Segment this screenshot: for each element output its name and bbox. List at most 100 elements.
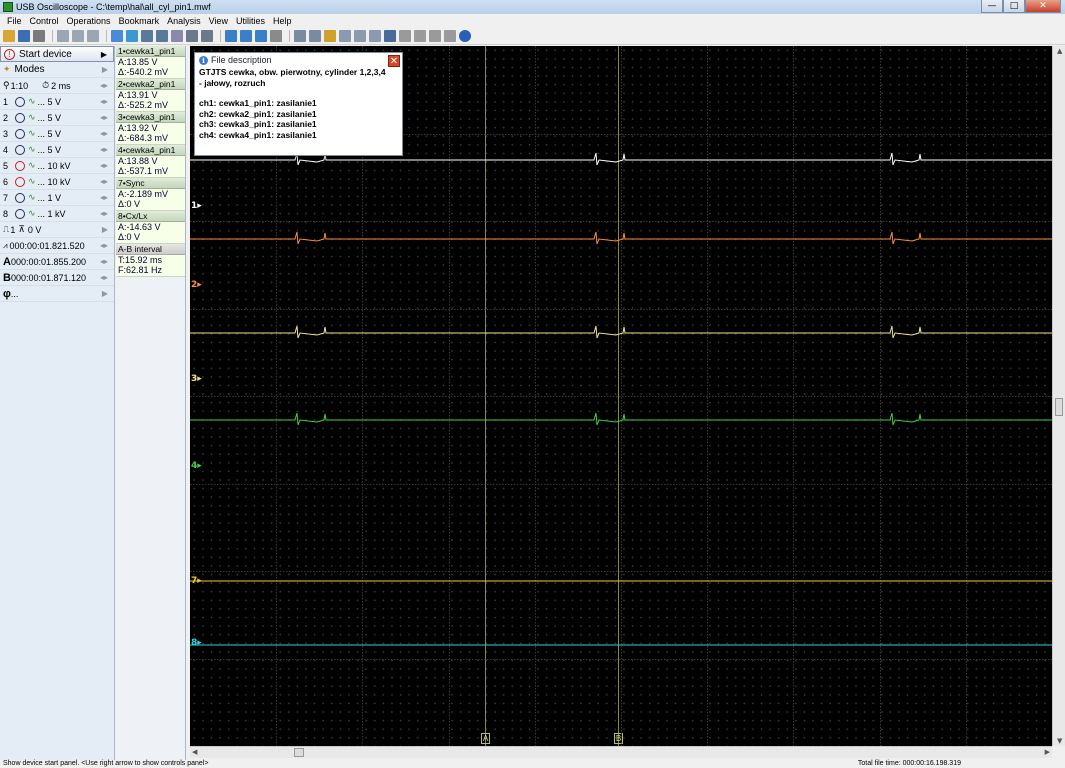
- copy-icon[interactable]: [57, 30, 69, 42]
- phase-row[interactable]: φ ... ▶: [0, 286, 114, 302]
- scroll-right-icon[interactable]: ▶: [1045, 748, 1050, 756]
- check-down-icon[interactable]: [255, 30, 267, 42]
- arrows-icon[interactable]: ◂▸: [100, 129, 108, 138]
- channel-marker[interactable]: 8▸: [191, 638, 202, 648]
- step-icon[interactable]: [339, 30, 351, 42]
- settings-dropdown-icon[interactable]: [324, 30, 336, 42]
- channel-marker[interactable]: 4▸: [191, 461, 202, 471]
- wave-dropdown-icon[interactable]: [141, 30, 153, 42]
- math-dropdown-icon[interactable]: [156, 30, 168, 42]
- waveform-icon[interactable]: ∿: [28, 97, 36, 107]
- channel-row-8[interactable]: 8 ∿... 1 kV ◂▸: [0, 206, 114, 222]
- channel-enable-icon[interactable]: [15, 112, 25, 123]
- arrows-icon[interactable]: ◂▸: [100, 161, 108, 170]
- cursor-a-row[interactable]: A 000:00:01.855.200 ◂▸: [0, 254, 114, 270]
- channel-enable-icon[interactable]: [15, 176, 25, 187]
- channel-enable-icon[interactable]: [15, 160, 25, 171]
- save-icon[interactable]: [18, 30, 30, 42]
- check-all-icon[interactable]: [240, 30, 252, 42]
- channel-info-header[interactable]: 7•Sync: [116, 178, 185, 189]
- channel-info-header[interactable]: 3•cewka3_pin1: [116, 112, 185, 123]
- popup-close-button[interactable]: ✕: [388, 55, 400, 67]
- channel-marker[interactable]: 2▸: [191, 280, 202, 290]
- channel-marker[interactable]: 1▸: [191, 201, 202, 211]
- vertical-scrollbar[interactable]: ▲ ▼: [1052, 46, 1065, 746]
- cut-icon[interactable]: [87, 30, 99, 42]
- menu-file[interactable]: File: [3, 16, 26, 26]
- cursor-b-row[interactable]: B 000:00:01.871.120 ◂▸: [0, 270, 114, 286]
- cursor-icon[interactable]: [111, 30, 123, 42]
- channel-marker[interactable]: 3▸: [191, 374, 202, 384]
- cursor-a-tag[interactable]: A: [481, 733, 490, 744]
- channel-enable-icon[interactable]: [15, 208, 25, 219]
- channel-row-6[interactable]: 6 ∿... 10 kV ◂▸: [0, 174, 114, 190]
- channel-row-3[interactable]: 3 ∿... 5 V ◂▸: [0, 126, 114, 142]
- close-doc-icon[interactable]: [429, 30, 441, 42]
- window-icon[interactable]: [414, 30, 426, 42]
- menu-analysis[interactable]: Analysis: [163, 16, 205, 26]
- channel-info-header[interactable]: 1•cewka1_pin1: [116, 46, 185, 57]
- waveform-icon[interactable]: ∿: [28, 161, 36, 171]
- paste-icon[interactable]: [72, 30, 84, 42]
- menu-view[interactable]: View: [205, 16, 232, 26]
- channel-marker[interactable]: 7▸: [191, 576, 202, 586]
- grid-icon[interactable]: [294, 30, 306, 42]
- undo-icon[interactable]: [171, 30, 183, 42]
- channel-enable-icon[interactable]: [15, 128, 25, 139]
- blank-icon[interactable]: [444, 30, 456, 42]
- zoom-timebase-row[interactable]: ⚲ 1:10 ⏱ 2 ms ◂▸: [0, 78, 114, 94]
- channel-row-4[interactable]: 4 ∿... 5 V ◂▸: [0, 142, 114, 158]
- play-icon[interactable]: [354, 30, 366, 42]
- arrows-icon[interactable]: ◂▸: [100, 209, 108, 218]
- menu-operations[interactable]: Operations: [63, 16, 115, 26]
- check-icon[interactable]: [225, 30, 237, 42]
- channel-row-1[interactable]: 1 ∿... 5 V ◂▸: [0, 94, 114, 110]
- scroll-left-icon[interactable]: ◀: [192, 748, 197, 756]
- export-icon[interactable]: [309, 30, 321, 42]
- layout-icon[interactable]: [399, 30, 411, 42]
- channel-enable-icon[interactable]: [15, 96, 25, 107]
- modes-button[interactable]: ✦ Modes ▶: [0, 62, 114, 78]
- menu-control[interactable]: Control: [26, 16, 63, 26]
- horizontal-scrollbar[interactable]: ◀ ▶: [190, 746, 1052, 758]
- trigger-row[interactable]: ⎍ 1 ⊼ 0 V ▶: [0, 222, 114, 238]
- arrows-icon[interactable]: ◂▸: [100, 145, 108, 154]
- channel-info-header[interactable]: 2•cewka2_pin1: [116, 79, 185, 90]
- menu-bookmark[interactable]: Bookmark: [115, 16, 164, 26]
- display-dropdown-icon[interactable]: [384, 30, 396, 42]
- measure-icon[interactable]: [126, 30, 138, 42]
- start-device-button[interactable]: ! Start device ▶: [0, 46, 114, 62]
- waveform-icon[interactable]: ∿: [28, 113, 36, 123]
- channel-enable-icon[interactable]: [15, 192, 25, 203]
- waveform-icon[interactable]: ∿: [28, 193, 36, 203]
- waveform-icon[interactable]: ∿: [28, 177, 36, 187]
- scroll-up-icon[interactable]: ▲: [1057, 47, 1062, 55]
- menu-utilities[interactable]: Utilities: [232, 16, 269, 26]
- menu-help[interactable]: Help: [269, 16, 296, 26]
- arrows-icon[interactable]: ◂▸: [100, 113, 108, 122]
- horizontal-scroll-thumb[interactable]: [294, 748, 304, 757]
- channel-row-2[interactable]: 2 ∿... 5 V ◂▸: [0, 110, 114, 126]
- vertical-scroll-thumb[interactable]: [1055, 398, 1063, 416]
- channel-info-header[interactable]: 4•cewka4_pin1: [116, 145, 185, 156]
- channel-info-header[interactable]: A-B interval: [116, 244, 185, 255]
- channel-row-5[interactable]: 5 ∿... 10 kV ◂▸: [0, 158, 114, 174]
- help-icon[interactable]: [459, 30, 471, 42]
- channel-enable-icon[interactable]: [15, 144, 25, 155]
- minimize-button[interactable]: —: [981, 0, 1003, 13]
- channel-info-header[interactable]: 8•Cx/Lx: [116, 211, 185, 222]
- arrows-icon[interactable]: ◂▸: [100, 177, 108, 186]
- close-button[interactable]: ✕: [1025, 0, 1061, 13]
- waveform-icon[interactable]: ∿: [28, 209, 36, 219]
- waveform-icon[interactable]: ∿: [28, 145, 36, 155]
- waveform-icon[interactable]: ∿: [28, 129, 36, 139]
- channel-row-7[interactable]: 7 ∿... 1 V ◂▸: [0, 190, 114, 206]
- open-folder-icon[interactable]: [3, 30, 15, 42]
- stop-icon[interactable]: [369, 30, 381, 42]
- bookmark-icon[interactable]: [201, 30, 213, 42]
- arrows-icon[interactable]: ◂▸: [100, 97, 108, 106]
- zoom-icon[interactable]: [186, 30, 198, 42]
- maximize-button[interactable]: □: [1003, 0, 1025, 13]
- print-icon[interactable]: [33, 30, 45, 42]
- scroll-down-icon[interactable]: ▼: [1057, 737, 1062, 745]
